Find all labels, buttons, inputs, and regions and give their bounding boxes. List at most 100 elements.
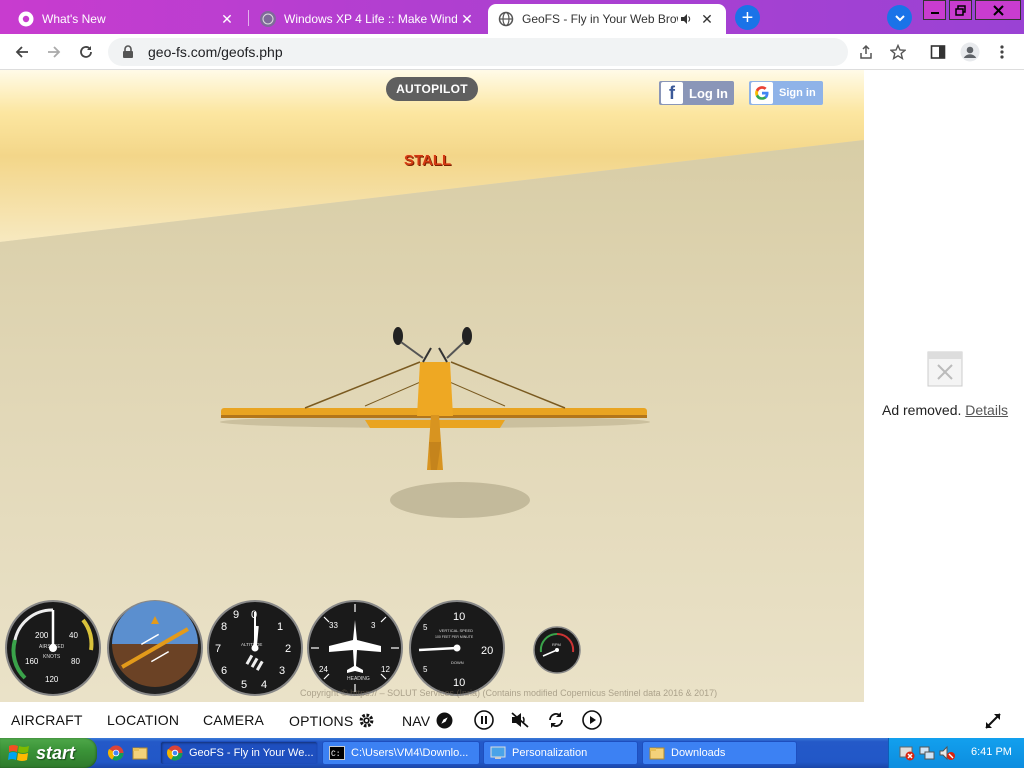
svg-text:120: 120 [45, 675, 59, 684]
svg-text:ALTITUDE: ALTITUDE [241, 642, 262, 647]
side-panel-icon [930, 45, 946, 59]
reload-icon [80, 46, 92, 58]
bookmark-button[interactable] [886, 40, 910, 64]
share-button[interactable] [854, 40, 878, 64]
stall-warning: STALL [404, 152, 452, 169]
svg-text:3: 3 [371, 621, 376, 630]
task-label: Personalization [512, 747, 588, 759]
svg-text:100 FEET PER MINUTE: 100 FEET PER MINUTE [435, 635, 474, 639]
tab-search-button[interactable] [887, 5, 912, 30]
svg-text:200: 200 [35, 631, 49, 640]
task-personalization[interactable]: Personalization [483, 741, 638, 765]
google-signin-button[interactable]: Sign in [749, 81, 823, 105]
facebook-login-button[interactable]: f Log In [659, 81, 734, 105]
svg-text:40: 40 [69, 631, 78, 640]
svg-text:C:: C: [331, 750, 341, 759]
minimize-button[interactable] [923, 0, 946, 20]
game-viewport[interactable]: AUTOPILOT STALL f Log In Sign in 200 40 … [0, 70, 864, 702]
chrome-icon [18, 11, 34, 27]
svg-text:4: 4 [261, 679, 267, 691]
forward-arrow-icon [48, 46, 61, 58]
svg-text:HEADING: HEADING [347, 676, 370, 682]
facebook-icon: f [661, 82, 683, 104]
play-button[interactable] [581, 709, 603, 731]
pause-button[interactable] [473, 709, 495, 731]
close-tab-icon[interactable]: ✕ [218, 10, 236, 28]
aircraft-menu[interactable]: AIRCRAFT [11, 712, 83, 728]
ad-removed-text: Ad removed. [882, 402, 962, 418]
close-window-button[interactable] [975, 0, 1021, 20]
browser-window: What's New ✕ Windows XP 4 Life :: Make W… [0, 0, 1024, 768]
start-button[interactable]: start [0, 738, 97, 768]
browser-toolbar: geo-fs.com/geofs.php [0, 34, 1024, 70]
chrome-quicklaunch-icon[interactable] [107, 744, 125, 762]
avatar-icon [960, 42, 980, 62]
network-icon[interactable] [919, 745, 935, 761]
new-tab-button[interactable]: + [735, 5, 760, 30]
gear-icon [360, 713, 374, 728]
game-menu-bar: AIRCRAFT LOCATION CAMERA OPTIONS NAV [0, 702, 1024, 738]
close-tab-icon[interactable]: ✕ [458, 10, 476, 28]
google-icon [751, 82, 773, 104]
security-alert-icon[interactable] [899, 745, 915, 761]
volume-muted-icon[interactable] [939, 745, 955, 761]
svg-text:6: 6 [221, 665, 227, 677]
start-label: start [36, 742, 76, 763]
clock[interactable]: 6:41 PM [971, 746, 1012, 758]
lock-icon[interactable] [120, 44, 136, 60]
speaker-icon[interactable] [678, 13, 694, 25]
tab-title: GeoFS - Fly in Your Web Brow [522, 12, 678, 26]
svg-text:20: 20 [481, 645, 493, 657]
svg-text:5: 5 [423, 665, 428, 674]
google-signin-label: Sign in [779, 87, 816, 99]
svg-text:VERTICAL SPEED: VERTICAL SPEED [439, 628, 473, 633]
tab-strip: What's New ✕ Windows XP 4 Life :: Make W… [0, 0, 1024, 34]
globe-icon [498, 11, 514, 27]
url-text: geo-fs.com/geofs.php [148, 44, 283, 60]
close-tab-icon[interactable]: ✕ [698, 10, 716, 28]
task-cmd[interactable]: C: C:\Users\VM4\Downlo... [322, 741, 480, 765]
task-geofs[interactable]: GeoFS - Fly in Your We... [160, 741, 318, 765]
forward-button[interactable] [42, 40, 66, 64]
svg-text:RPM: RPM [552, 642, 561, 647]
compass-icon [436, 712, 453, 729]
ad-details-link[interactable]: Details [965, 402, 1008, 418]
mute-button[interactable] [509, 709, 531, 731]
address-bar[interactable]: geo-fs.com/geofs.php [108, 38, 848, 66]
expand-icon [985, 713, 1001, 729]
pause-icon [474, 710, 494, 730]
ad-removed-icon [927, 351, 963, 387]
camera-menu[interactable]: CAMERA [203, 712, 264, 728]
fullscreen-button[interactable] [981, 709, 1005, 733]
nav-menu[interactable]: NAV [402, 712, 453, 729]
svg-text:160: 160 [25, 657, 39, 666]
svg-text:1: 1 [277, 621, 283, 633]
tab-geofs[interactable]: GeoFS - Fly in Your Web Brow ✕ [488, 4, 726, 34]
ad-removed-message: Ad removed. Details [882, 402, 1008, 418]
profile-button[interactable] [958, 40, 982, 64]
tab-whats-new[interactable]: What's New ✕ [8, 4, 246, 34]
reset-button[interactable] [545, 709, 567, 731]
system-tray: 6:41 PM [888, 738, 1024, 768]
chevron-down-icon [894, 14, 905, 21]
restore-button[interactable] [949, 0, 972, 20]
task-label: Downloads [671, 747, 726, 759]
svg-text:12: 12 [381, 665, 390, 674]
tab-title: Windows XP 4 Life :: Make Windo [284, 12, 458, 26]
explorer-quicklaunch-icon[interactable] [131, 744, 149, 762]
location-menu[interactable]: LOCATION [107, 712, 179, 728]
tab-windows-xp[interactable]: Windows XP 4 Life :: Make Windo ✕ [250, 4, 486, 34]
back-button[interactable] [10, 40, 34, 64]
reload-button[interactable] [74, 40, 98, 64]
task-downloads[interactable]: Downloads [642, 741, 797, 765]
folder-icon [649, 747, 665, 760]
autopilot-button[interactable]: AUTOPILOT [386, 77, 478, 101]
star-icon [890, 44, 906, 60]
side-panel-button[interactable] [926, 40, 950, 64]
svg-text:7: 7 [215, 643, 221, 655]
options-menu[interactable]: OPTIONS [289, 712, 375, 729]
menu-button[interactable] [990, 40, 1014, 64]
mute-icon [511, 712, 529, 728]
svg-text:2: 2 [285, 643, 291, 655]
chrome-icon [167, 745, 183, 761]
